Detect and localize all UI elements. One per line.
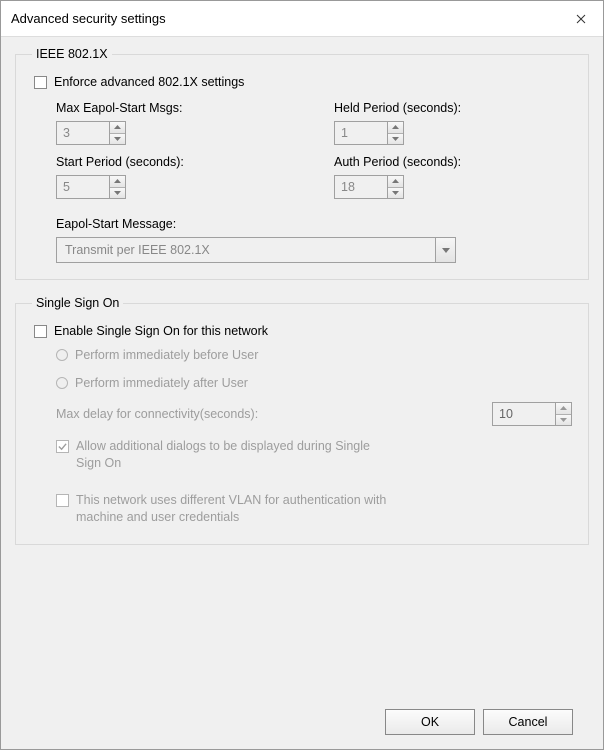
start-period-spinner[interactable]: 5 bbox=[56, 175, 126, 199]
diff-vlan-row: This network uses different VLAN for aut… bbox=[56, 492, 572, 526]
spin-up-button[interactable] bbox=[110, 122, 125, 134]
held-period-field: Held Period (seconds): 1 bbox=[334, 101, 572, 145]
spin-up-button[interactable] bbox=[110, 176, 125, 188]
ieee-legend: IEEE 802.1X bbox=[32, 47, 112, 61]
max-eapol-spinner[interactable]: 3 bbox=[56, 121, 126, 145]
spin-down-button[interactable] bbox=[110, 188, 125, 199]
diff-vlan-label: This network uses different VLAN for aut… bbox=[76, 492, 396, 526]
combo-dropdown-button[interactable] bbox=[435, 238, 455, 262]
sso-after-radio bbox=[56, 377, 68, 389]
max-eapol-field: Max Eapol-Start Msgs: 3 bbox=[56, 101, 294, 145]
sso-maxdelay-input: 10 bbox=[492, 402, 555, 426]
chevron-down-icon bbox=[114, 137, 121, 141]
spin-down-button[interactable] bbox=[388, 188, 403, 199]
allow-dialogs-checkbox bbox=[56, 440, 69, 453]
start-period-input[interactable]: 5 bbox=[56, 175, 109, 199]
held-period-label: Held Period (seconds): bbox=[334, 101, 572, 115]
max-eapol-label: Max Eapol-Start Msgs: bbox=[56, 101, 294, 115]
allow-dialogs-row: Allow additional dialogs to be displayed… bbox=[56, 438, 572, 472]
spin-down-button bbox=[556, 415, 571, 426]
start-period-spin-buttons[interactable] bbox=[109, 175, 126, 199]
auth-period-spinner[interactable]: 18 bbox=[334, 175, 404, 199]
close-icon bbox=[576, 14, 586, 24]
ok-button[interactable]: OK bbox=[385, 709, 475, 735]
dialog-window: Advanced security settings IEEE 802.1X E… bbox=[0, 0, 604, 750]
window-title: Advanced security settings bbox=[11, 11, 166, 26]
max-eapol-input[interactable]: 3 bbox=[56, 121, 109, 145]
spin-up-button[interactable] bbox=[388, 176, 403, 188]
sso-maxdelay-spin-buttons bbox=[555, 402, 572, 426]
sso-groupbox: Single Sign On Enable Single Sign On for… bbox=[15, 296, 589, 545]
chevron-up-icon bbox=[392, 179, 399, 183]
sso-maxdelay-label: Max delay for connectivity(seconds): bbox=[56, 407, 258, 421]
auth-period-input[interactable]: 18 bbox=[334, 175, 387, 199]
ieee-field-grid: Max Eapol-Start Msgs: 3 Held Period (sec… bbox=[56, 101, 572, 199]
enable-sso-label: Enable Single Sign On for this network bbox=[54, 324, 268, 338]
sso-after-label: Perform immediately after User bbox=[75, 376, 248, 390]
chevron-up-icon bbox=[560, 406, 567, 410]
enforce-advanced-checkbox[interactable] bbox=[34, 76, 47, 89]
sso-after-row: Perform immediately after User bbox=[56, 376, 572, 390]
allow-dialogs-label: Allow additional dialogs to be displayed… bbox=[76, 438, 396, 472]
sso-maxdelay-spinner: 10 bbox=[492, 402, 572, 426]
chevron-down-icon bbox=[392, 137, 399, 141]
start-period-label: Start Period (seconds): bbox=[56, 155, 294, 169]
start-period-field: Start Period (seconds): 5 bbox=[56, 155, 294, 199]
enforce-advanced-label: Enforce advanced 802.1X settings bbox=[54, 75, 244, 89]
eapol-msg-value: Transmit per IEEE 802.1X bbox=[57, 243, 435, 257]
enable-sso-row[interactable]: Enable Single Sign On for this network bbox=[34, 324, 572, 338]
content-area: IEEE 802.1X Enforce advanced 802.1X sett… bbox=[1, 37, 603, 749]
titlebar: Advanced security settings bbox=[1, 1, 603, 37]
spin-down-button[interactable] bbox=[110, 134, 125, 145]
held-period-spin-buttons[interactable] bbox=[387, 121, 404, 145]
spin-up-button[interactable] bbox=[388, 122, 403, 134]
auth-period-field: Auth Period (seconds): 18 bbox=[334, 155, 572, 199]
spin-up-button bbox=[556, 403, 571, 415]
held-period-spinner[interactable]: 1 bbox=[334, 121, 404, 145]
eapol-msg-section: Eapol-Start Message: bbox=[56, 217, 572, 231]
auth-period-spin-buttons[interactable] bbox=[387, 175, 404, 199]
auth-period-label: Auth Period (seconds): bbox=[334, 155, 572, 169]
eapol-msg-combo[interactable]: Transmit per IEEE 802.1X bbox=[56, 237, 456, 263]
check-icon bbox=[58, 442, 67, 451]
sso-maxdelay-row: Max delay for connectivity(seconds): 10 bbox=[56, 402, 572, 426]
chevron-up-icon bbox=[114, 125, 121, 129]
held-period-input[interactable]: 1 bbox=[334, 121, 387, 145]
ieee-groupbox: IEEE 802.1X Enforce advanced 802.1X sett… bbox=[15, 47, 589, 280]
button-row: OK Cancel bbox=[15, 695, 589, 735]
enable-sso-checkbox[interactable] bbox=[34, 325, 47, 338]
max-eapol-spin-buttons[interactable] bbox=[109, 121, 126, 145]
chevron-down-icon bbox=[392, 191, 399, 195]
sso-before-radio bbox=[56, 349, 68, 361]
eapol-msg-label: Eapol-Start Message: bbox=[56, 217, 572, 231]
spin-down-button[interactable] bbox=[388, 134, 403, 145]
sso-before-label: Perform immediately before User bbox=[75, 348, 258, 362]
enforce-advanced-row[interactable]: Enforce advanced 802.1X settings bbox=[34, 75, 572, 89]
chevron-up-icon bbox=[392, 125, 399, 129]
sso-legend: Single Sign On bbox=[32, 296, 123, 310]
diff-vlan-checkbox bbox=[56, 494, 69, 507]
chevron-down-icon bbox=[560, 418, 567, 422]
chevron-down-icon bbox=[442, 248, 450, 253]
sso-before-row: Perform immediately before User bbox=[56, 348, 572, 362]
close-button[interactable] bbox=[558, 1, 603, 37]
chevron-down-icon bbox=[114, 191, 121, 195]
sso-body: Perform immediately before User Perform … bbox=[56, 346, 572, 528]
cancel-button[interactable]: Cancel bbox=[483, 709, 573, 735]
chevron-up-icon bbox=[114, 179, 121, 183]
